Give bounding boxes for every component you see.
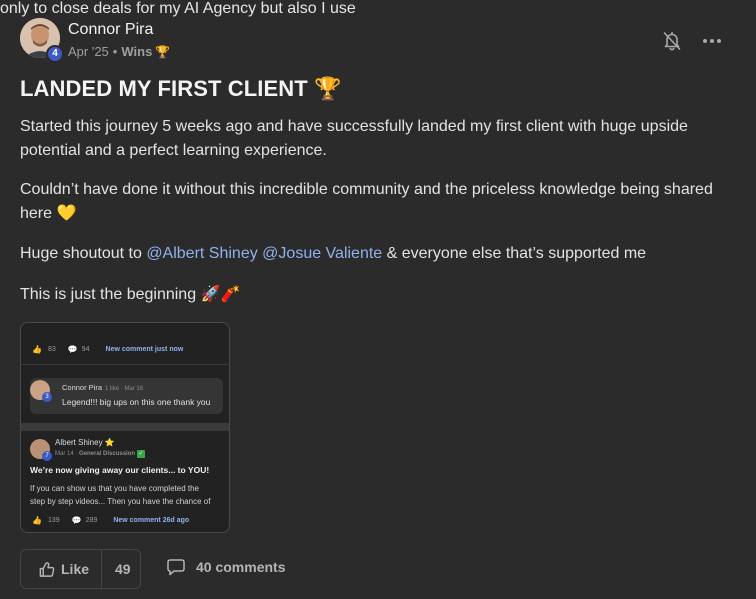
comment-icon: 💬 <box>67 345 78 354</box>
embed-post-headline: We’re now giving away our clients... to … <box>30 465 210 475</box>
embed-comment-level: 3 <box>42 392 52 402</box>
comment-bubble-icon <box>167 559 185 576</box>
thumbs-up-icon: 👍 <box>32 516 42 525</box>
check-icon: ✓ <box>137 450 146 458</box>
embed-post-meta: Mar 14 · General Discussion ✓ <box>55 450 146 458</box>
thumbs-up-icon: 👍 <box>32 345 42 354</box>
embed-new-comment-1: New comment just now <box>105 346 184 353</box>
embed-likes-2: 139 <box>47 517 60 524</box>
author-name[interactable]: Connor Pira <box>68 21 153 39</box>
like-count[interactable]: 49 <box>102 561 131 577</box>
embed-post-date: Mar 14 · <box>55 451 80 457</box>
more-options-icon[interactable] <box>700 32 724 50</box>
post-paragraph-1: Started this journey 5 weeks ago and hav… <box>20 118 688 159</box>
shoutout-text: Huge shoutout to <box>20 245 147 262</box>
embed-stats-row-1: 👍 83 💬 94 New comment just now <box>32 345 183 354</box>
embed-likes-1: 83 <box>47 346 56 353</box>
bell-off-icon[interactable] <box>662 30 682 52</box>
meta-separator: • <box>112 44 118 59</box>
embed-post-body: If you can show us that you have complet… <box>30 482 210 508</box>
embed-top-text: only to close deals for my AI Agency but… <box>0 0 356 17</box>
embed-comments-1: 94 <box>81 346 90 353</box>
embed-post-line-1: If you can show us that you have complet… <box>30 484 199 493</box>
embed-comment-header: Connor Pira 1 like · Mar 16 <box>62 383 143 392</box>
post-paragraph-4: This is just the beginning 🚀🧨 <box>20 286 241 303</box>
thumbs-up-icon <box>39 561 55 577</box>
post-paragraph-2: Couldn’t have done it without this incre… <box>20 181 713 222</box>
comment-icon: 💬 <box>71 516 82 525</box>
level-badge: 4 <box>46 45 64 63</box>
embed-comments-2: 289 <box>85 517 98 524</box>
post-meta: Apr '25 • Wins 🏆 <box>68 44 170 59</box>
embed-divider <box>21 364 229 365</box>
mention-albert-shiney[interactable]: @Albert Shiney <box>146 245 257 262</box>
post-title: LANDED MY FIRST CLIENT 🏆 <box>20 76 342 101</box>
post-date: Apr '25 <box>68 44 109 59</box>
embed-post-author: Albert Shiney ⭐ <box>55 438 115 447</box>
embed-post-line-2: step by step videos... Then you have the… <box>30 497 211 506</box>
post-card: 4 Connor Pira Apr '25 • Wins 🏆 LANDED MY… <box>0 0 756 599</box>
comments-button[interactable]: 40 comments <box>166 557 285 577</box>
embed-post-category: General Discussion <box>79 451 136 457</box>
like-label: Like <box>61 561 90 577</box>
like-control: Like 49 <box>20 549 141 589</box>
like-button[interactable]: Like <box>21 550 101 588</box>
post-category[interactable]: Wins <box>121 44 152 59</box>
embed-separator-band <box>21 423 229 431</box>
embed-new-comment-2: New comment 26d ago <box>113 517 190 524</box>
embed-comment-meta: 1 like · Mar 16 <box>105 386 144 392</box>
trophy-icon: 🏆 <box>155 44 171 59</box>
embed-comment-author: Connor Pira <box>62 383 103 392</box>
embed-comment-text: Legend!!! big ups on this one thank you <box>62 397 211 407</box>
post-paragraph-3: Huge shoutout to @Albert Shiney @Josue V… <box>20 242 732 266</box>
embed-stats-row-2: 👍 139 💬 289 New comment 26d ago <box>32 516 189 525</box>
embed-post-level: 7 <box>42 451 52 461</box>
comments-count-label: 40 comments <box>196 559 286 575</box>
mention-josue-valiente[interactable]: @Josue Valiente <box>262 245 382 262</box>
shoutout-text-end: & everyone else that’s supported me <box>382 245 647 262</box>
